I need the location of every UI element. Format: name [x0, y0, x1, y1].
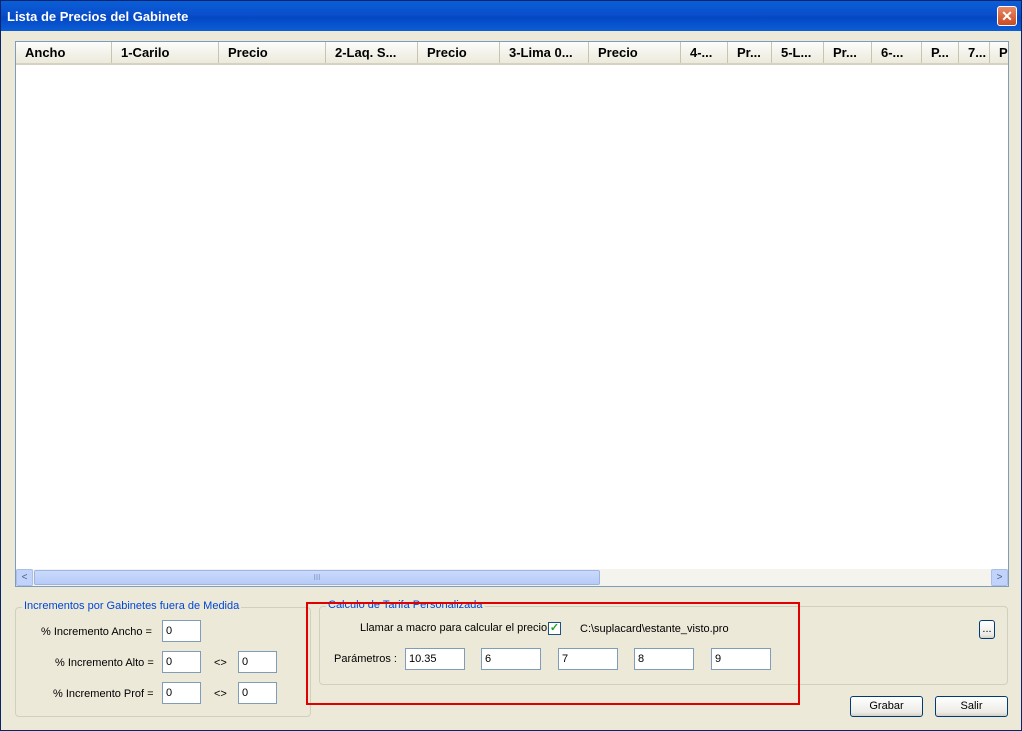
column-header-6[interactable]: Precio — [589, 42, 681, 63]
increments-group-title: Incrementos por Gabinetes fuera de Medid… — [22, 600, 242, 612]
grabar-button[interactable]: Grabar — [850, 696, 923, 717]
browse-button[interactable]: ... — [979, 620, 995, 639]
column-header-14[interactable]: P — [990, 42, 1008, 63]
increment-alto-label: % Incremento Alto = — [55, 657, 154, 669]
column-header-9[interactable]: 5-L... — [772, 42, 824, 63]
increment-alto-separator: <> — [214, 657, 227, 669]
close-icon: ✕ — [1001, 8, 1013, 24]
macro-path: C:\suplacard\estante_visto.pro — [580, 623, 729, 635]
close-button[interactable]: ✕ — [997, 6, 1017, 26]
column-header-4[interactable]: Precio — [418, 42, 500, 63]
param-input-5[interactable] — [711, 648, 771, 670]
increment-prof-label: % Incremento Prof = — [53, 688, 154, 700]
grid-header: Ancho 1-Carilo Precio 2-Laq. S... Precio… — [16, 42, 1008, 65]
checkmark-icon: ✓ — [549, 622, 560, 634]
scroll-right-button[interactable]: > — [991, 569, 1008, 586]
column-header-5[interactable]: 3-Lima 0... — [500, 42, 589, 63]
grip-icon: III — [313, 573, 321, 582]
column-header-3[interactable]: 2-Laq. S... — [326, 42, 418, 63]
main-window: Lista de Precios del Gabinete ✕ Ancho 1-… — [0, 0, 1022, 731]
increment-alto-input-2[interactable] — [238, 651, 277, 673]
increment-alto-input[interactable] — [162, 651, 201, 673]
tarifa-group-title: Calculo de Tarifa Personalizada — [326, 599, 485, 611]
scroll-left-button[interactable]: < — [16, 569, 33, 586]
param-input-2[interactable] — [481, 648, 541, 670]
column-header-ancho[interactable]: Ancho — [16, 42, 112, 63]
param-input-1[interactable] — [405, 648, 465, 670]
macro-checkbox[interactable]: ✓ — [548, 622, 561, 635]
column-header-7[interactable]: 4-... — [681, 42, 728, 63]
increment-prof-input[interactable] — [162, 682, 201, 704]
window-title: Lista de Precios del Gabinete — [7, 9, 189, 24]
increment-ancho-input[interactable] — [162, 620, 201, 642]
tarifa-group: Calculo de Tarifa Personalizada — [319, 599, 1008, 685]
column-header-13[interactable]: 7... — [959, 42, 990, 63]
column-header-10[interactable]: Pr... — [824, 42, 872, 63]
param-input-4[interactable] — [634, 648, 694, 670]
chevron-right-icon: > — [996, 572, 1003, 583]
column-header-1[interactable]: 1-Carilo — [112, 42, 219, 63]
increment-prof-input-2[interactable] — [238, 682, 277, 704]
column-header-12[interactable]: P... — [922, 42, 959, 63]
salir-button[interactable]: Salir — [935, 696, 1008, 717]
title-bar: Lista de Precios del Gabinete ✕ — [1, 1, 1021, 31]
horizontal-scrollbar[interactable]: < III > — [16, 569, 1008, 586]
increment-prof-separator: <> — [214, 688, 227, 700]
column-header-2[interactable]: Precio — [219, 42, 326, 63]
chevron-left-icon: < — [21, 572, 28, 583]
params-label: Parámetros : — [334, 653, 397, 665]
price-grid[interactable]: Ancho 1-Carilo Precio 2-Laq. S... Precio… — [15, 41, 1009, 587]
column-header-8[interactable]: Pr... — [728, 42, 772, 63]
column-header-11[interactable]: 6-... — [872, 42, 922, 63]
increment-ancho-label: % Incremento Ancho = — [41, 626, 152, 638]
scroll-thumb[interactable]: III — [34, 570, 600, 585]
param-input-3[interactable] — [558, 648, 618, 670]
macro-label: Llamar a macro para calcular el precio : — [360, 622, 554, 634]
